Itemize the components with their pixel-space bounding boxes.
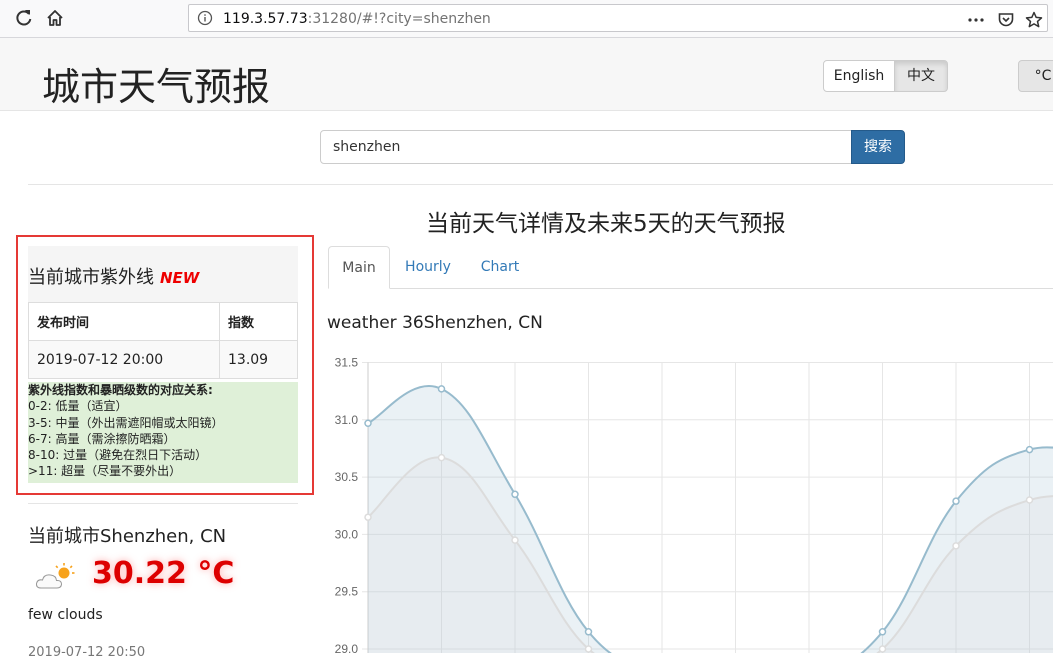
uv-time: 2019-07-12 20:00 (28, 340, 220, 379)
table-row: 2019-07-12 20:00 13.09 (28, 340, 298, 379)
divider (28, 503, 298, 504)
url-text: 119.3.57.73:31280/#!?city=shenzhen (223, 11, 491, 27)
data-point (952, 497, 960, 505)
search-button[interactable]: 搜索 (851, 130, 905, 164)
lang-english-button[interactable]: English (823, 60, 895, 92)
data-point (878, 645, 887, 653)
current-temperature: 30.22 °C (92, 556, 235, 591)
city-search-input[interactable]: shenzhen (320, 130, 852, 164)
current-city-title: 当前城市Shenzhen, CN (28, 526, 227, 547)
uv-title-text: 当前城市紫外线 (28, 267, 154, 288)
url-bar[interactable]: 119.3.57.73:31280/#!?city=shenzhen (188, 4, 1048, 32)
new-badge: NEW (160, 269, 200, 287)
data-point (1025, 445, 1034, 454)
y-tick-label: 31.0 (335, 413, 359, 427)
uv-col-index: 指数 (219, 302, 298, 341)
tab-main[interactable]: Main (328, 246, 390, 289)
uv-table: 发布时间 指数 2019-07-12 20:00 13.09 (28, 302, 298, 379)
y-tick-label: 31.5 (335, 356, 359, 370)
uv-legend-item: 3-5: 中量（外出需遮阳帽或太阳镜） (28, 415, 224, 430)
temperature-line-chart: 31.5 31.0 30.5 30.0 29.5 29.0 (335, 356, 1053, 653)
data-point (437, 385, 446, 393)
uv-legend-item: 0-2: 低量（适宜） (28, 399, 128, 414)
data-point (511, 490, 519, 499)
more-actions-icon[interactable] (967, 11, 985, 29)
y-tick-label: 29.0 (335, 642, 359, 653)
pocket-icon[interactable] (997, 11, 1015, 29)
uv-legend-heading: 紫外线指数和暴晒级数的对应关系: (28, 383, 213, 397)
brand-title: 城市天气预报 (42, 65, 271, 109)
cloud-sun-icon (35, 563, 75, 589)
forecast-tabs: Main Hourly Chart (328, 246, 1053, 289)
y-tick-label: 30.0 (335, 527, 359, 541)
url-path: :31280/#!?city=shenzhen (307, 11, 491, 27)
tab-hourly[interactable]: Hourly (398, 246, 458, 288)
uv-col-time: 发布时间 (28, 302, 220, 341)
home-icon[interactable] (45, 8, 65, 28)
y-tick-label: 29.5 (335, 585, 359, 599)
uv-title: 当前城市紫外线 NEW (28, 263, 199, 289)
tab-chart[interactable]: Chart (472, 246, 528, 288)
uv-index: 13.09 (219, 340, 298, 379)
data-point (584, 628, 593, 636)
data-point (364, 419, 372, 427)
page-header: 城市天气预报 English 中文 °C (0, 38, 1053, 111)
weather-description: few clouds (28, 607, 103, 623)
browser-toolbar: 119.3.57.73:31280/#!?city=shenzhen (0, 0, 1053, 38)
divider (28, 184, 1053, 185)
series-area (368, 457, 1053, 653)
data-point (584, 645, 593, 653)
uv-legend: 紫外线指数和暴晒级数的对应关系: 0-2: 低量（适宜） 3-5: 中量（外出需… (28, 382, 298, 483)
forecast-title: 当前天气详情及未来5天的天气预报 (426, 211, 786, 237)
chart-title: weather 36Shenzhen, CN (327, 313, 543, 333)
lang-chinese-button[interactable]: 中文 (894, 60, 948, 92)
data-point (364, 513, 372, 521)
reload-icon[interactable] (14, 8, 34, 28)
data-point (437, 453, 446, 462)
data-point (878, 628, 887, 636)
uv-legend-item: >11: 超量（尽量不要外出） (28, 464, 182, 479)
unit-celsius-button[interactable]: °C (1018, 60, 1053, 92)
uv-panel-heading: 当前城市紫外线 NEW (28, 246, 298, 302)
uv-legend-item: 6-7: 高量（需涂擦防晒霜） (28, 431, 176, 446)
info-icon[interactable] (197, 10, 213, 26)
data-point (1025, 496, 1034, 504)
data-point (952, 542, 960, 550)
data-point (511, 536, 519, 544)
bookmark-star-icon[interactable] (1025, 11, 1043, 29)
y-tick-label: 30.5 (335, 470, 359, 484)
uv-table-header: 发布时间 指数 (28, 302, 298, 341)
url-host: 119.3.57.73 (223, 11, 308, 27)
uv-legend-item: 8-10: 过量（避免在烈日下活动） (28, 448, 208, 463)
